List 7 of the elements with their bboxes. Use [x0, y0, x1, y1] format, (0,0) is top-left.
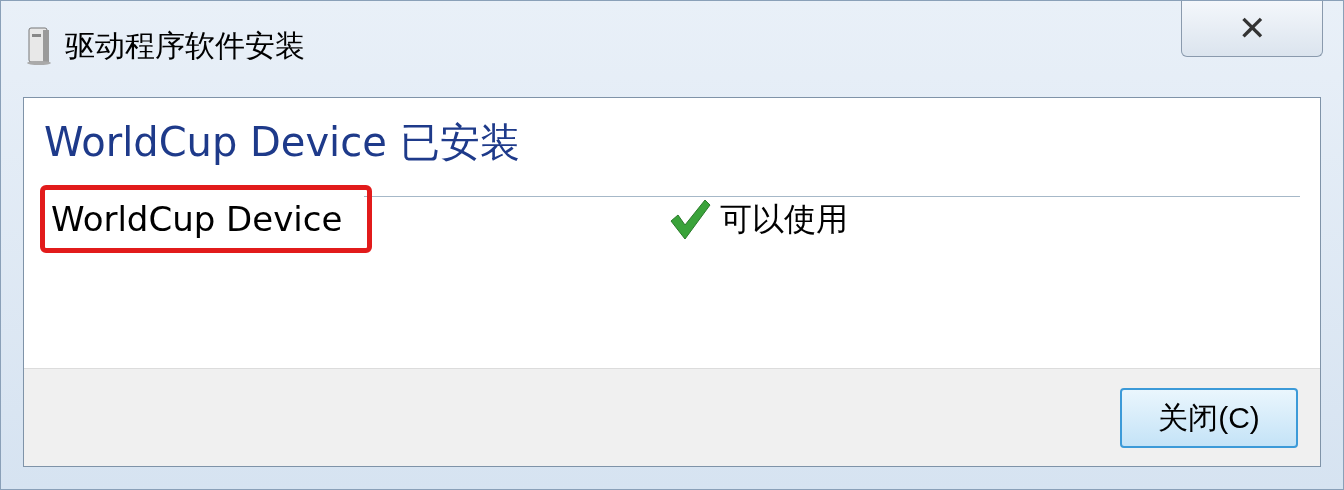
dialog-heading: WorldCup Device 已安装	[44, 118, 521, 167]
computer-tower-icon	[25, 25, 53, 66]
close-dialog-button[interactable]: 关闭(C)	[1120, 387, 1298, 448]
close-button[interactable]: ✕	[1181, 1, 1323, 57]
device-name: WorldCup Device	[40, 185, 372, 253]
device-status: 可以使用	[720, 200, 848, 239]
window-title: 驱动程序软件安装	[65, 27, 305, 65]
